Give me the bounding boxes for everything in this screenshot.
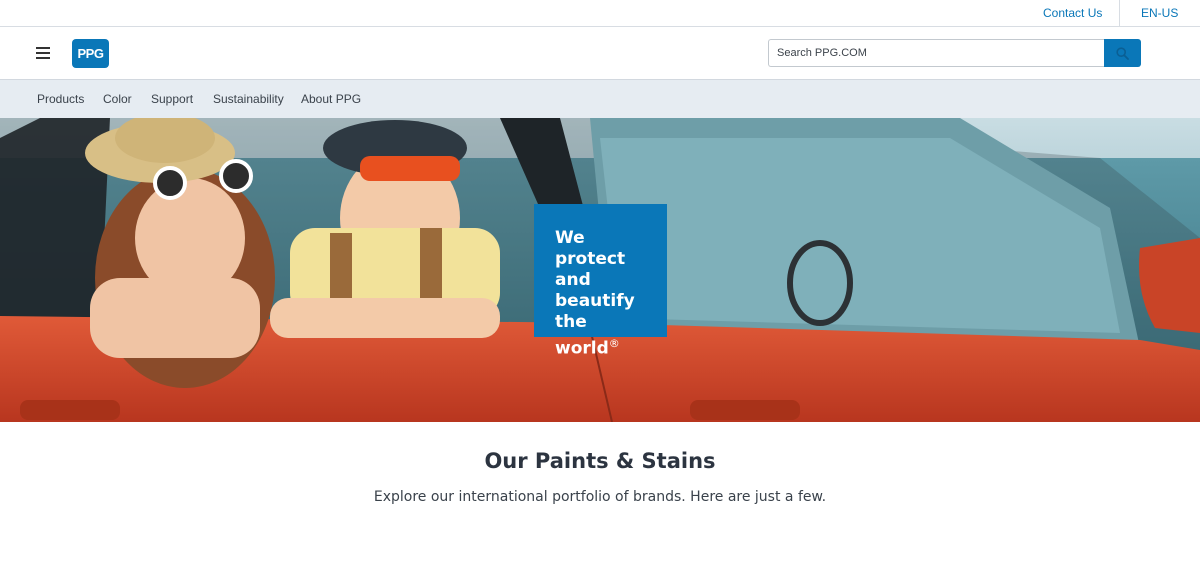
utility-bar: Contact Us EN-US <box>0 0 1200 27</box>
utility-divider <box>1119 0 1120 26</box>
language-selector[interactable]: EN-US <box>1141 0 1178 26</box>
search-input[interactable] <box>768 39 1106 67</box>
site-header: PPG <box>0 27 1200 80</box>
nav-item-color[interactable]: Color <box>103 80 132 118</box>
tagline-line: the world® <box>555 312 657 360</box>
nav-item-products[interactable]: Products <box>37 80 84 118</box>
ppg-logo[interactable]: PPG <box>72 39 109 68</box>
nav-item-sustainability[interactable]: Sustainability <box>213 80 284 118</box>
registered-mark: ® <box>608 337 620 350</box>
tagline-line: and <box>555 270 591 290</box>
search-icon <box>1116 47 1129 60</box>
hero-banner[interactable]: We protect and beautify the world® <box>0 118 1200 422</box>
contact-us-link[interactable]: Contact Us <box>1043 0 1102 26</box>
section-subtitle: Explore our international portfolio of b… <box>373 489 827 505</box>
tagline-line-text: the world <box>555 312 609 359</box>
hamburger-menu-icon[interactable] <box>36 47 50 59</box>
tagline-line: We protect <box>555 228 626 269</box>
main-nav: Products Color Support Sustainability Ab… <box>0 80 1200 118</box>
nav-item-about-ppg[interactable]: About PPG <box>301 80 361 118</box>
nav-item-support[interactable]: Support <box>151 80 193 118</box>
hero-tagline-box: We protect and beautify the world® <box>534 204 667 359</box>
section-title: Our Paints & Stains <box>484 449 716 473</box>
hero-tagline: We protect and beautify the world® <box>555 228 657 360</box>
search-button[interactable] <box>1104 39 1141 67</box>
tagline-line: beautify <box>555 291 635 311</box>
